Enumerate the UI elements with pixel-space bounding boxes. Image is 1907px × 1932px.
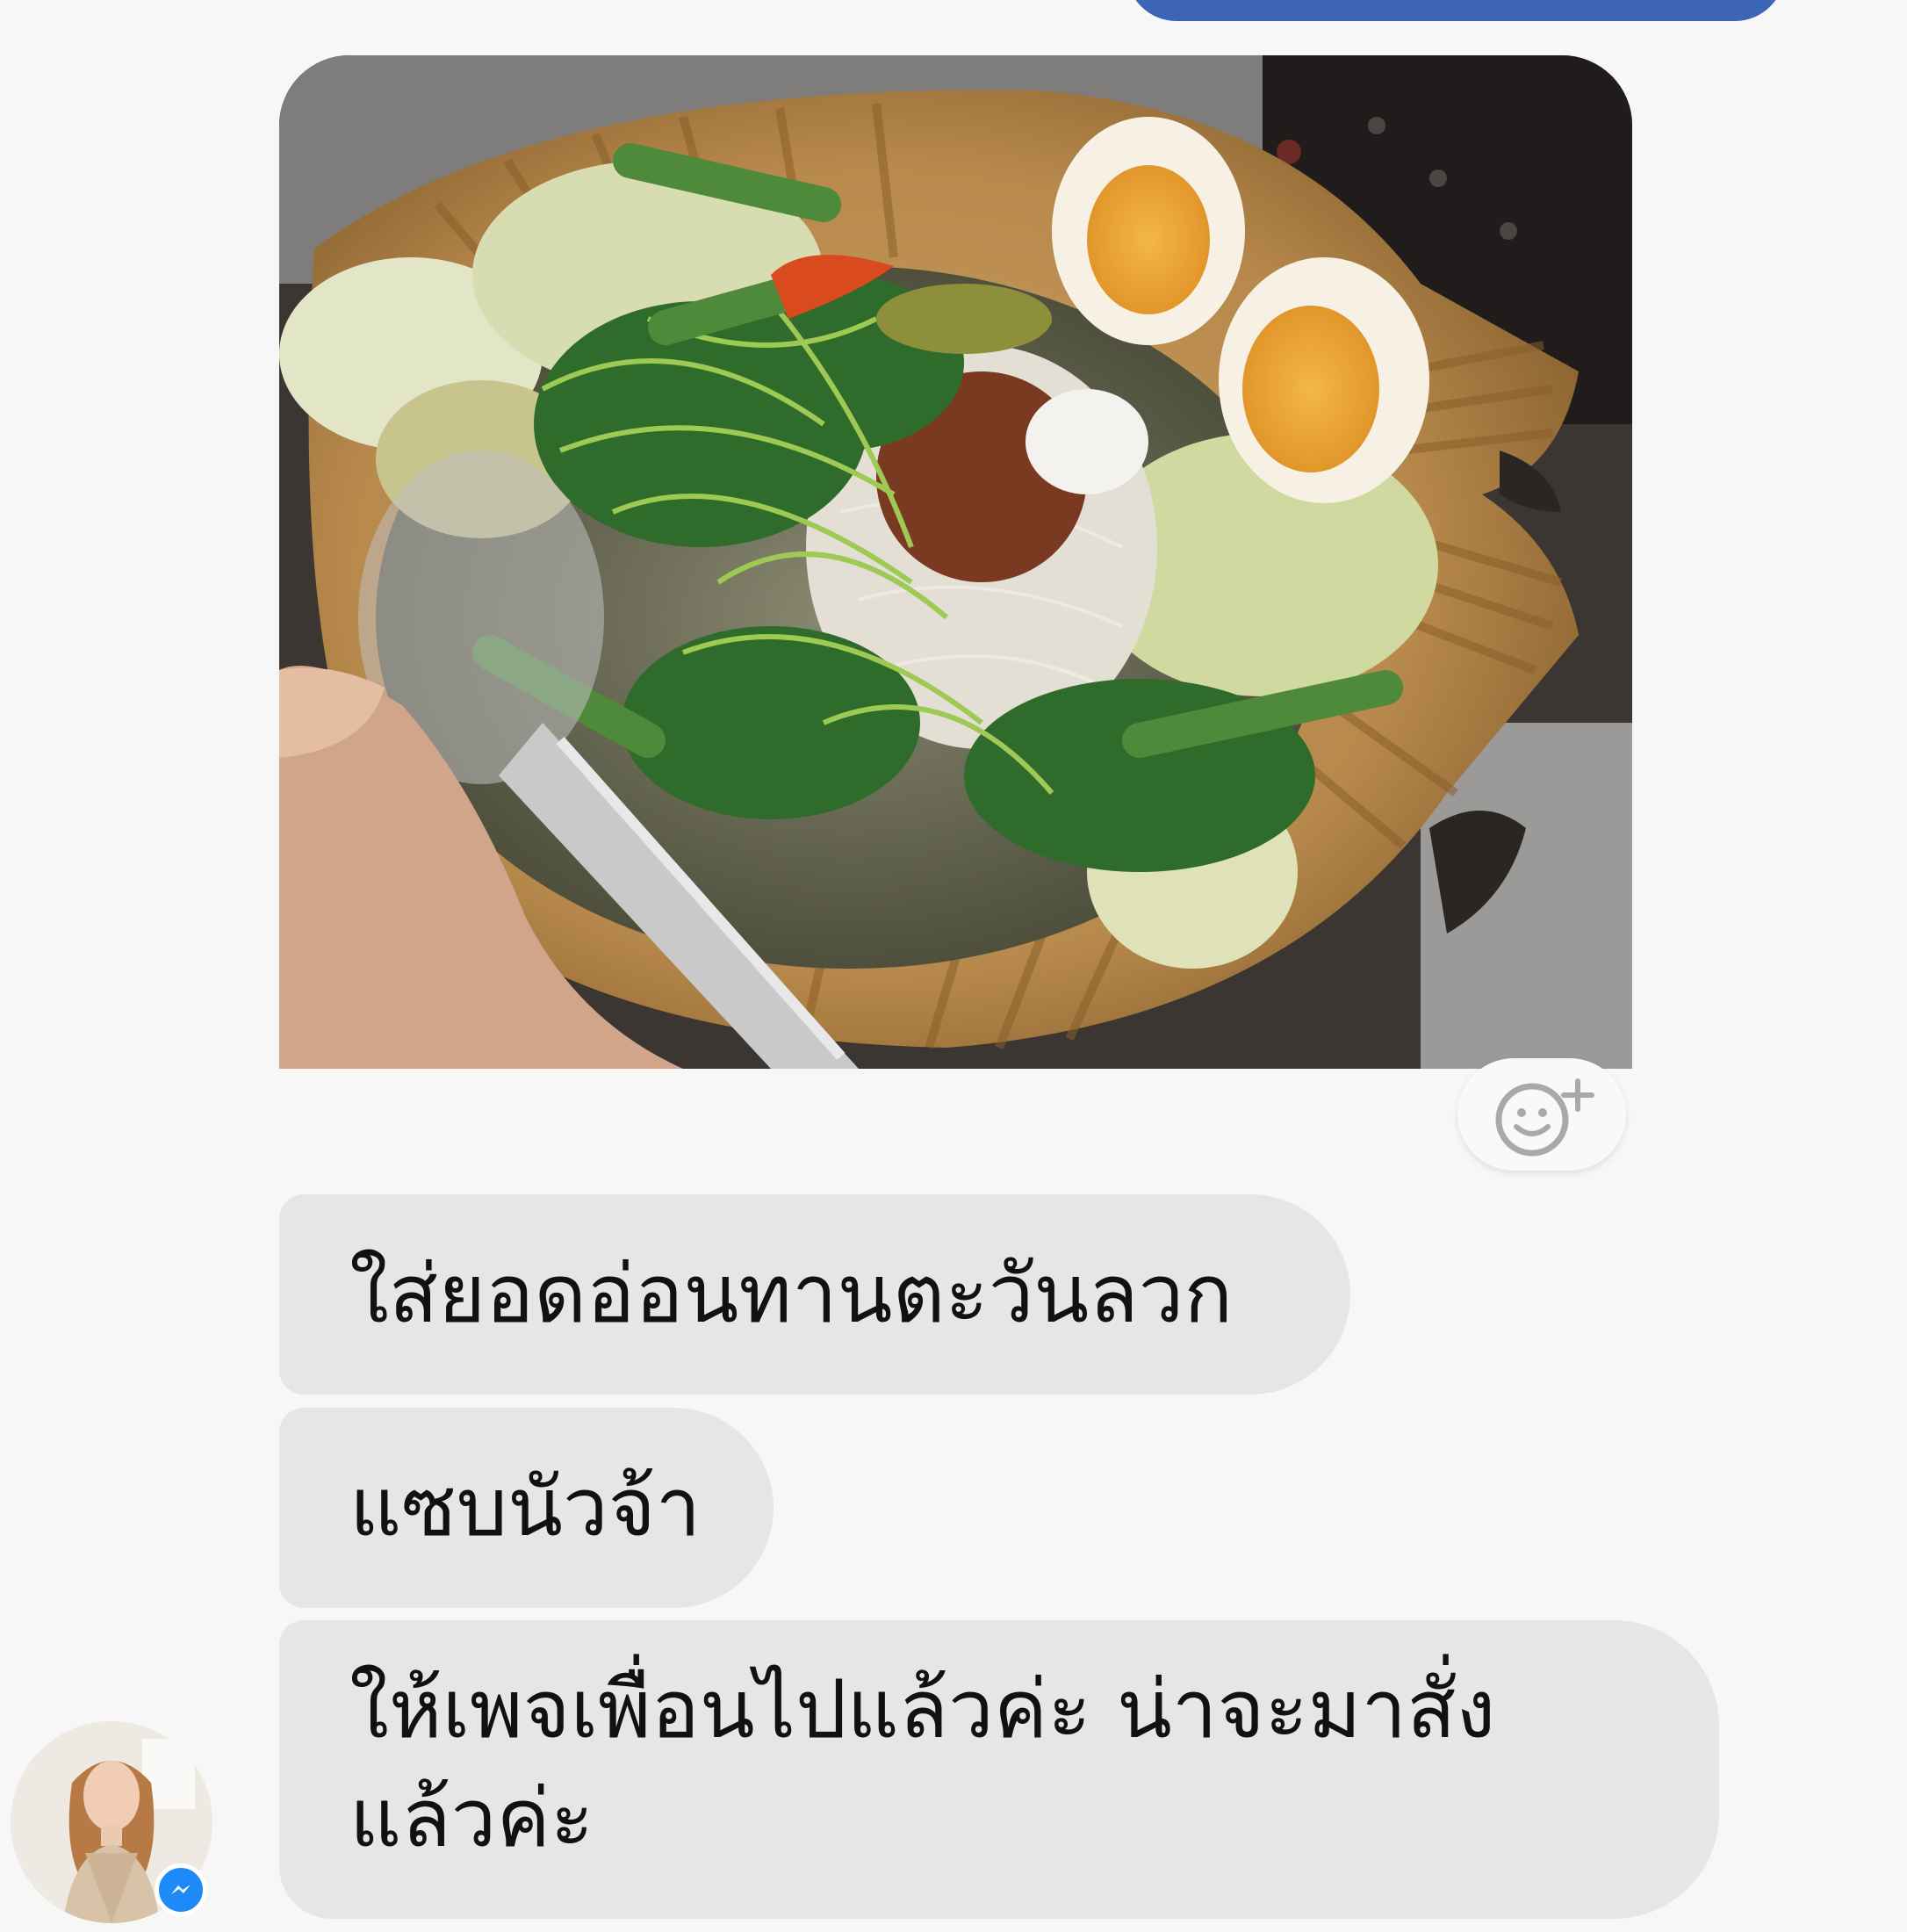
received-message-bubble[interactable]: แซบนัวจ้า — [279, 1408, 774, 1608]
sent-message-bubble[interactable] — [1126, 0, 1785, 21]
chat-screen: ใส่ยอดอ่อนทานตะวันลวก แซบนัวจ้า ให้เพจเพ… — [0, 0, 1907, 1932]
message-text: ใส่ยอดอ่อนทานตะวันลวก — [349, 1247, 1234, 1341]
message-text-line: ให้เพจเพื่อนไปแล้วค่ะ น่าจะมาสั่ง — [349, 1662, 1496, 1756]
messenger-icon — [155, 1864, 207, 1916]
message-text-line: แล้วค่ะ — [349, 1771, 594, 1865]
food-photo-illustration — [279, 55, 1632, 1069]
food-photo[interactable] — [279, 55, 1632, 1069]
message-text: แซบนัวจ้า — [349, 1460, 702, 1554]
received-message-bubble[interactable]: ให้เพจเพื่อนไปแล้วค่ะ น่าจะมาสั่ง แล้วค่… — [279, 1620, 1719, 1919]
received-message-bubble[interactable]: ใส่ยอดอ่อนทานตะวันลวก — [279, 1194, 1350, 1395]
add-reaction-button[interactable] — [1457, 1058, 1626, 1171]
messenger-bolt-glyph — [171, 1885, 191, 1894]
add-reaction-icon — [1495, 1078, 1594, 1157]
